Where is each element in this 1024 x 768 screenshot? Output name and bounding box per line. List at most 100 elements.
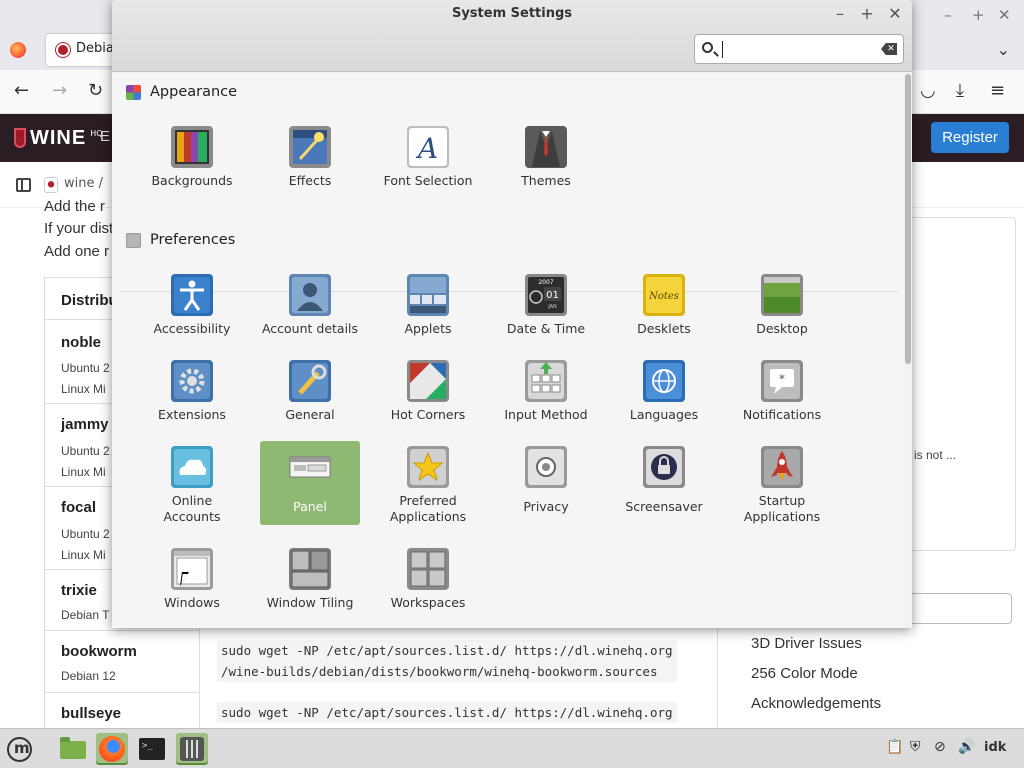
- maximize-icon[interactable]: +: [972, 6, 985, 24]
- search-icon: [702, 42, 713, 53]
- tile-accessibility[interactable]: Accessibility: [142, 269, 242, 353]
- winehq-logo[interactable]: WINE HQ: [14, 124, 103, 152]
- taskbar-firefox[interactable]: [96, 733, 128, 765]
- svg-text:01: 01: [546, 290, 559, 301]
- account-details-icon: [289, 274, 331, 316]
- tile-font-selection[interactable]: A Font Selection: [378, 121, 478, 205]
- screensaver-icon: [643, 446, 685, 488]
- window-title: System Settings: [451, 6, 573, 21]
- date-time-icon: 2007 01 JAN: [525, 274, 567, 316]
- tile-general[interactable]: General: [260, 355, 360, 439]
- tile-desklets[interactable]: Notes Desklets: [614, 269, 714, 353]
- preferences-category-icon: [126, 232, 141, 248]
- table-row: bullseye: [61, 705, 122, 722]
- notifications-icon: *: [761, 360, 803, 402]
- code-block[interactable]: sudo wget -NP /etc/apt/sources.list.d/ h…: [217, 640, 677, 682]
- themes-icon: [525, 126, 567, 168]
- tile-startup-applications[interactable]: Startup Applications: [732, 441, 832, 525]
- firefox-view-icon[interactable]: [10, 42, 26, 58]
- tile-languages[interactable]: Languages: [614, 355, 714, 439]
- network-off-icon[interactable]: ⊘: [934, 739, 946, 755]
- winehq-nav-item[interactable]: E: [100, 128, 110, 145]
- downloads-icon[interactable]: ⤓: [956, 80, 964, 101]
- wiki-text: If your dist: [44, 220, 114, 237]
- panel-icon: [289, 456, 331, 478]
- tile-backgrounds[interactable]: Backgrounds: [142, 121, 242, 205]
- volume-icon[interactable]: 🔊: [958, 739, 975, 755]
- tile-input-method[interactable]: Input Method: [496, 355, 596, 439]
- input-method-icon: [525, 360, 567, 402]
- svg-text:Notes: Notes: [648, 291, 679, 302]
- clipboard-icon[interactable]: 📋: [886, 739, 903, 755]
- breadcrumb-text[interactable]: wine /: [64, 176, 103, 191]
- windows-icon: [171, 548, 213, 590]
- wine-page-icon: [44, 177, 58, 193]
- taskbar-system-settings[interactable]: [176, 733, 208, 765]
- table-row: bookworm Debian 12: [45, 631, 200, 693]
- tile-windows[interactable]: Windows: [142, 543, 242, 627]
- sidebar-link[interactable]: 3D Driver Issues: [751, 635, 862, 652]
- privacy-icon: [525, 446, 567, 488]
- effects-icon: [289, 126, 331, 168]
- workspaces-icon: [407, 548, 449, 590]
- tile-date-time[interactable]: 2007 01 JAN Date & Time: [496, 269, 596, 353]
- maximize-icon[interactable]: +: [857, 4, 877, 23]
- tile-notifications[interactable]: * Notifications: [732, 355, 832, 439]
- section-preferences: Preferences: [126, 232, 235, 248]
- section-appearance: Appearance: [126, 84, 237, 100]
- wiki-text: Add the r: [44, 198, 105, 215]
- backgrounds-icon: [171, 126, 213, 168]
- settings-icon: [180, 737, 204, 761]
- minimize-icon[interactable]: –: [830, 4, 850, 23]
- tile-preferred-applications[interactable]: Preferred Applications: [378, 441, 478, 525]
- menu-icon[interactable]: [7, 737, 32, 762]
- tile-screensaver[interactable]: Screensaver: [614, 441, 714, 525]
- search-field[interactable]: ✕: [694, 34, 904, 64]
- close-icon[interactable]: ✕: [998, 6, 1011, 24]
- system-settings-window: System Settings – + ✕ ✕ Appearance Backg…: [112, 0, 912, 628]
- tile-privacy[interactable]: Privacy: [496, 441, 596, 525]
- tile-themes[interactable]: Themes: [496, 121, 596, 205]
- tile-applets[interactable]: Applets: [378, 269, 478, 353]
- tile-desktop[interactable]: Desktop: [732, 269, 832, 353]
- search-input[interactable]: [725, 39, 875, 59]
- tile-account-details[interactable]: Account details: [260, 269, 360, 353]
- taskbar-terminal[interactable]: >_: [136, 733, 168, 765]
- tile-workspaces[interactable]: Workspaces: [378, 543, 478, 627]
- accessibility-icon: [171, 274, 213, 316]
- svg-text:*: *: [779, 372, 785, 386]
- desklets-icon: Notes: [643, 274, 685, 316]
- tile-panel[interactable]: Panel: [260, 441, 360, 525]
- sidebar-link[interactable]: Acknowledgements: [751, 695, 881, 712]
- tab-list-chevron-icon[interactable]: ⌄: [997, 40, 1010, 59]
- svg-text:A: A: [415, 132, 438, 165]
- sidebar-toggle-icon[interactable]: [16, 178, 31, 192]
- tile-extensions[interactable]: Extensions: [142, 355, 242, 439]
- shield-icon[interactable]: ⛨: [910, 739, 921, 755]
- forward-icon[interactable]: →: [52, 80, 67, 101]
- sidebar-link[interactable]: 256 Color Mode: [751, 665, 858, 682]
- menu-icon[interactable]: ≡: [990, 80, 1005, 101]
- code-block[interactable]: sudo wget -NP /etc/apt/sources.list.d/ h…: [217, 702, 677, 723]
- minimize-icon[interactable]: –: [944, 6, 952, 24]
- online-accounts-icon: [171, 446, 213, 488]
- settings-scrollbar[interactable]: [905, 74, 911, 364]
- font-selection-icon: A: [407, 126, 449, 168]
- applets-icon: [407, 274, 449, 316]
- wine-favicon-icon: [56, 43, 70, 57]
- close-icon[interactable]: ✕: [885, 4, 905, 23]
- user-label[interactable]: idk: [984, 740, 1006, 755]
- tile-window-tiling[interactable]: Window Tiling: [260, 543, 360, 627]
- svg-text:JAN: JAN: [547, 304, 557, 310]
- back-icon[interactable]: ←: [14, 80, 29, 101]
- tile-hot-corners[interactable]: Hot Corners: [378, 355, 478, 439]
- tile-effects[interactable]: Effects: [260, 121, 360, 205]
- sidebar-text: is not ...: [914, 448, 957, 462]
- tile-online-accounts[interactable]: Online Accounts: [142, 441, 242, 525]
- clear-search-icon[interactable]: ✕: [881, 43, 897, 55]
- settings-content: Appearance Backgrounds Effects A Font Se…: [112, 73, 904, 628]
- reload-icon[interactable]: ↻: [88, 80, 103, 101]
- taskbar-files[interactable]: [56, 733, 88, 765]
- register-button[interactable]: Register: [931, 122, 1009, 153]
- pocket-icon[interactable]: ◡: [920, 80, 936, 101]
